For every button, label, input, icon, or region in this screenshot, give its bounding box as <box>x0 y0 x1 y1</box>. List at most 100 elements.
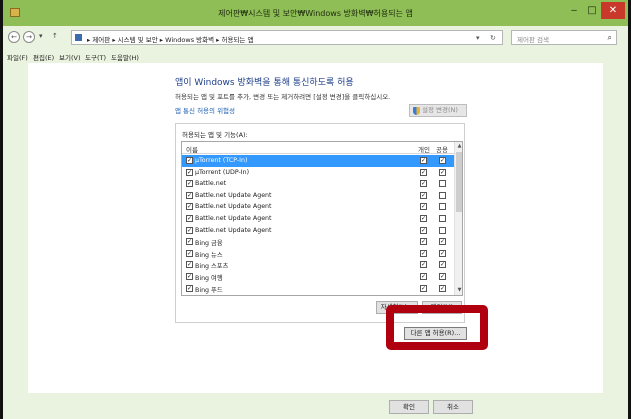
address-dropdown[interactable]: ▾ <box>476 34 480 42</box>
public-checkbox[interactable]: ✓ <box>439 261 446 269</box>
list-scrollbar[interactable]: ▲ ▼ <box>454 142 462 295</box>
private-checkbox[interactable]: ✓ <box>420 261 427 269</box>
public-checkbox[interactable]: ✓ <box>439 272 446 280</box>
private-checkbox[interactable]: ✓ <box>420 214 427 222</box>
up-button[interactable]: ↑ <box>52 32 58 40</box>
table-row[interactable]: ✓ Bing 뉴스 ✓ ✓ <box>182 248 454 260</box>
private-checkbox[interactable]: ✓ <box>420 168 427 176</box>
recent-locations-dropdown[interactable]: ▾ <box>39 32 43 40</box>
public-checkbox[interactable] <box>439 203 446 211</box>
row-enable-checkbox[interactable]: ✓ <box>186 249 193 257</box>
private-checkbox[interactable]: ✓ <box>420 272 427 280</box>
row-enable-checkbox[interactable]: ✓ <box>186 191 193 199</box>
dialog-footer: 확인 취소 <box>3 393 628 419</box>
row-app-name: Battle.net <box>195 180 227 188</box>
uac-shield-icon <box>413 107 420 115</box>
table-row[interactable]: ✓ Battle.net Update Agent ✓ <box>182 190 454 202</box>
row-enable-checkbox[interactable]: ✓ <box>186 157 193 164</box>
public-checkbox[interactable] <box>439 191 446 199</box>
public-checkbox[interactable] <box>439 214 446 222</box>
title-bar[interactable]: 제어판₩시스템 및 보안₩Windows 방화벽₩허용되는 앱 ‒ □ ✕ <box>3 0 628 26</box>
window-title: 제어판₩시스템 및 보안₩Windows 방화벽₩허용되는 앱 <box>218 9 413 18</box>
cancel-button[interactable]: 취소 <box>433 400 473 414</box>
refresh-button[interactable]: ↻ <box>490 34 496 42</box>
row-app-name: Bing 금융 <box>195 240 223 248</box>
row-app-name: Bing 스포츠 <box>195 263 229 271</box>
row-enable-checkbox[interactable]: ✓ <box>186 284 193 292</box>
table-row[interactable]: ✓ Bing 스포츠 ✓ ✓ <box>182 259 454 271</box>
table-row[interactable]: ✓ Bing 금융 ✓ ✓ <box>182 236 454 248</box>
allowed-apps-list[interactable]: 이름 개인 공용 ✓ μTorrent (TCP-In) ✓ ✓ ✓ μTorrent (… <box>181 141 463 296</box>
table-row[interactable]: ✓ Battle.net ✓ <box>182 178 454 190</box>
row-enable-checkbox[interactable]: ✓ <box>186 214 193 222</box>
main-content: 앱이 Windows 방화벽을 통해 통신하도록 허용 허용되는 앱 및 포트를… <box>28 63 603 393</box>
menu-help[interactable]: 도움말(H) <box>111 52 139 62</box>
private-checkbox[interactable]: ✓ <box>420 249 427 257</box>
private-checkbox[interactable]: ✓ <box>420 180 427 188</box>
table-row[interactable]: ✓ Bing 푸드 ✓ ✓ <box>182 283 454 295</box>
row-app-name: Battle.net Update Agent <box>195 214 272 222</box>
allowed-apps-label: 허용되는 앱 및 기능(A): <box>182 131 248 139</box>
menu-file[interactable]: 파일(F) <box>7 52 28 62</box>
row-enable-checkbox[interactable]: ✓ <box>186 238 193 246</box>
public-checkbox[interactable]: ✓ <box>439 157 446 164</box>
maximize-button[interactable]: □ <box>585 2 599 19</box>
address-path[interactable]: ▸ 제어판 ▸ 시스템 및 보안 ▸ Windows 방화벽 ▸ 허용되는 앱 <box>87 34 253 44</box>
public-checkbox[interactable]: ✓ <box>439 284 446 292</box>
menu-view[interactable]: 보기(V) <box>59 52 80 62</box>
row-app-name: Battle.net Update Agent <box>195 226 272 234</box>
close-button[interactable]: ✕ <box>601 2 625 19</box>
row-enable-checkbox[interactable]: ✓ <box>186 203 193 211</box>
row-enable-checkbox[interactable]: ✓ <box>186 168 193 176</box>
public-checkbox[interactable] <box>439 226 446 234</box>
forward-button[interactable]: → <box>23 31 35 43</box>
scroll-up-arrow[interactable]: ▲ <box>455 142 462 151</box>
list-rows: ✓ μTorrent (TCP-In) ✓ ✓ ✓ μTorrent (UDP-In) ✓ ✓… <box>182 155 454 294</box>
menu-tools[interactable]: 도구(T) <box>85 52 106 62</box>
table-row[interactable]: ✓ μTorrent (TCP-In) ✓ ✓ <box>182 155 454 167</box>
address-bar[interactable]: ▸ 제어판 ▸ 시스템 및 보안 ▸ Windows 방화벽 ▸ 허용되는 앱 … <box>71 30 503 45</box>
allow-other-app-button[interactable]: 다른 앱 허용(R)... <box>404 327 467 340</box>
private-checkbox[interactable]: ✓ <box>420 238 427 246</box>
page-title: 앱이 Windows 방화벽을 통해 통신하도록 허용 <box>175 78 354 88</box>
column-header-public[interactable]: 공용 <box>436 144 448 154</box>
private-checkbox[interactable]: ✓ <box>420 157 427 164</box>
row-enable-checkbox[interactable]: ✓ <box>186 226 193 234</box>
private-checkbox[interactable]: ✓ <box>420 284 427 292</box>
table-row[interactable]: ✓ Bing 여행 ✓ ✓ <box>182 271 454 283</box>
row-app-name: Battle.net Update Agent <box>195 191 272 199</box>
private-checkbox[interactable]: ✓ <box>420 191 427 199</box>
public-checkbox[interactable]: ✓ <box>439 249 446 257</box>
table-row[interactable]: ✓ Battle.net Update Agent ✓ <box>182 225 454 237</box>
menu-edit[interactable]: 편집(E) <box>33 52 54 62</box>
table-row[interactable]: ✓ Battle.net Update Agent ✓ <box>182 201 454 213</box>
row-app-name: Bing 여행 <box>195 274 223 282</box>
public-checkbox[interactable]: ✓ <box>439 168 446 176</box>
search-icon[interactable]: ⌕ <box>608 33 612 43</box>
column-header-private[interactable]: 개인 <box>418 144 430 154</box>
change-settings-label: 설정 변경(N) <box>422 106 458 114</box>
search-input[interactable]: 제어판 검색 ⌕ <box>511 30 617 45</box>
back-button[interactable]: ← <box>8 31 20 43</box>
row-enable-checkbox[interactable]: ✓ <box>186 272 193 280</box>
row-app-name: Bing 푸드 <box>195 286 223 294</box>
private-checkbox[interactable]: ✓ <box>420 226 427 234</box>
scroll-thumb[interactable] <box>456 152 462 212</box>
minimize-button[interactable]: ‒ <box>567 2 581 19</box>
scroll-down-arrow[interactable]: ▼ <box>455 286 462 295</box>
risk-info-link[interactable]: 앱 통신 허용의 위험성 <box>175 105 235 115</box>
ok-button[interactable]: 확인 <box>389 400 429 414</box>
row-enable-checkbox[interactable]: ✓ <box>186 261 193 269</box>
control-panel-icon <box>75 34 82 41</box>
navigation-bar: ← → ▾ ↑ ▸ 제어판 ▸ 시스템 및 보안 ▸ Windows 방화벽 ▸… <box>3 26 628 49</box>
public-checkbox[interactable]: ✓ <box>439 238 446 246</box>
row-app-name: μTorrent (TCP-In) <box>195 157 248 164</box>
change-settings-button[interactable]: 설정 변경(N) <box>409 104 467 117</box>
public-checkbox[interactable] <box>439 180 446 188</box>
search-placeholder: 제어판 검색 <box>517 36 549 44</box>
table-row[interactable]: ✓ μTorrent (UDP-In) ✓ ✓ <box>182 167 454 179</box>
column-header-name[interactable]: 이름 <box>186 144 198 154</box>
private-checkbox[interactable]: ✓ <box>420 203 427 211</box>
row-enable-checkbox[interactable]: ✓ <box>186 180 193 188</box>
table-row[interactable]: ✓ Battle.net Update Agent ✓ <box>182 213 454 225</box>
